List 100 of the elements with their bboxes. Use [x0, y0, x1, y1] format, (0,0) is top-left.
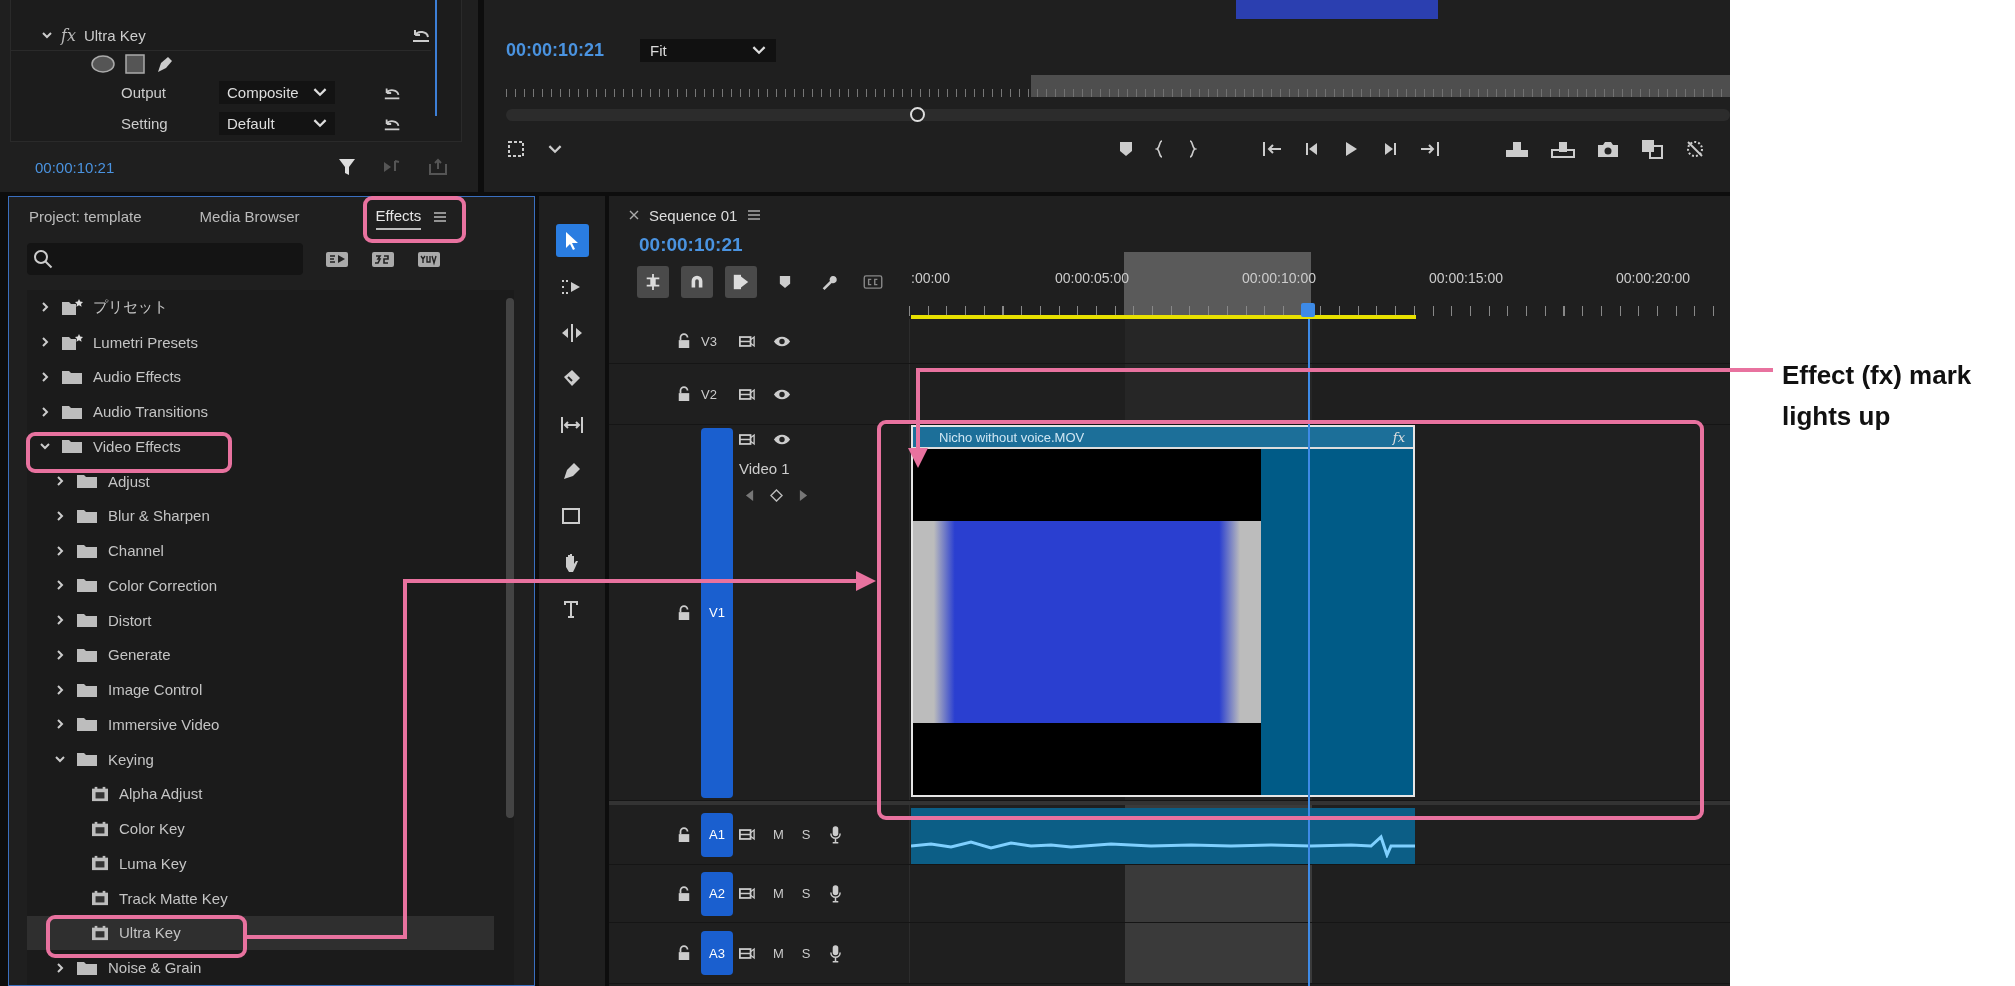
- previous-keyframe-icon[interactable]: [745, 489, 754, 502]
- tree-item[interactable]: Lumetri Presets: [27, 324, 494, 360]
- yuv-effects-icon[interactable]: [417, 249, 441, 270]
- ellipse-mask-icon[interactable]: [91, 55, 115, 73]
- mute-button[interactable]: M: [773, 827, 784, 842]
- lock-icon[interactable]: [677, 826, 691, 843]
- tree-item[interactable]: Luma Key: [27, 846, 494, 881]
- tree-item[interactable]: Color Key: [27, 811, 494, 846]
- chevron-icon[interactable]: [39, 301, 51, 314]
- mark-out-icon[interactable]: [1187, 140, 1197, 158]
- sync-lock-icon[interactable]: [739, 828, 755, 841]
- property-dropdown[interactable]: Composite: [219, 81, 335, 104]
- panel-tab[interactable]: Project: template: [29, 204, 142, 230]
- track-target[interactable]: A2: [701, 871, 733, 916]
- eye-icon[interactable]: [773, 334, 791, 348]
- chevron-icon[interactable]: [54, 683, 66, 696]
- chevron-icon[interactable]: [41, 29, 53, 41]
- scrollbar[interactable]: [506, 298, 514, 818]
- sync-lock-icon[interactable]: [739, 334, 755, 348]
- linked-toggle[interactable]: [725, 266, 757, 298]
- tree-item[interactable]: Color Correction: [27, 568, 494, 603]
- tree-item[interactable]: Blur & Sharpen: [27, 498, 494, 534]
- vr-icon[interactable]: [1685, 139, 1705, 159]
- sync-lock-icon[interactable]: [739, 433, 755, 446]
- play-icon[interactable]: [1343, 141, 1359, 157]
- solo-button[interactable]: S: [801, 886, 811, 901]
- tree-item[interactable]: Distort: [27, 602, 494, 638]
- keyframe-icon[interactable]: [770, 489, 783, 502]
- mute-button[interactable]: M: [773, 945, 784, 961]
- chevron-icon[interactable]: [54, 961, 66, 974]
- lock-icon[interactable]: [677, 386, 691, 402]
- tree-item[interactable]: Video Effects: [27, 429, 494, 464]
- mute-button[interactable]: M: [773, 886, 784, 901]
- solo-button[interactable]: S: [801, 945, 811, 961]
- go-to-in-icon[interactable]: [1261, 141, 1283, 157]
- accelerated-effects-icon[interactable]: [325, 249, 349, 270]
- time-ruler[interactable]: :00:00 00:00:05:00 00:00:10:00 00:00:15:00 00:00:20:00: [909, 234, 1730, 319]
- go-to-out-icon[interactable]: [1419, 141, 1441, 157]
- track-target[interactable]: A3: [701, 931, 733, 975]
- zoom-dropdown[interactable]: Fit: [640, 38, 777, 62]
- pen-icon[interactable]: [155, 54, 175, 74]
- tree-item[interactable]: Alpha Adjust: [27, 776, 494, 812]
- panel-tab[interactable]: Effects: [375, 203, 422, 231]
- chevron-icon[interactable]: [39, 405, 51, 418]
- audio-clip[interactable]: [911, 808, 1415, 864]
- eye-icon[interactable]: [773, 433, 791, 446]
- tree-item[interactable]: Channel: [27, 533, 494, 568]
- tree-item[interactable]: Audio Effects: [27, 359, 494, 395]
- snap-toggle[interactable]: [681, 266, 713, 298]
- microphone-icon[interactable]: [828, 825, 842, 844]
- next-keyframe-icon[interactable]: [799, 489, 808, 502]
- caret-icon[interactable]: [548, 144, 562, 154]
- playhead-handle[interactable]: [1301, 303, 1315, 317]
- tree-item[interactable]: Image Control: [27, 672, 494, 707]
- chevron-icon[interactable]: [54, 648, 66, 661]
- mark-in-icon[interactable]: [1155, 140, 1165, 158]
- menu-icon[interactable]: [747, 209, 762, 221]
- nest-toggle[interactable]: [637, 266, 669, 298]
- tree-item[interactable]: Keying: [27, 741, 494, 777]
- lock-icon[interactable]: [677, 945, 691, 961]
- safe-margins-icon[interactable]: [506, 139, 526, 159]
- sync-lock-icon[interactable]: [739, 387, 755, 401]
- close-icon[interactable]: [629, 210, 639, 220]
- track-name[interactable]: V2: [701, 386, 739, 402]
- chevron-icon[interactable]: [54, 544, 66, 557]
- video-clip[interactable]: Nicho without voice.MOV fx: [911, 425, 1415, 797]
- chevron-icon[interactable]: [39, 336, 51, 349]
- rectangle-mask-icon[interactable]: [125, 54, 145, 74]
- time-ruler[interactable]: [506, 75, 1730, 97]
- tree-item[interactable]: Generate: [27, 637, 494, 673]
- overwrite-icon[interactable]: [1551, 140, 1575, 158]
- playhead-handle[interactable]: [910, 107, 925, 122]
- sync-lock-icon[interactable]: [739, 946, 755, 960]
- track-target[interactable]: V1: [701, 427, 733, 798]
- chevron-icon[interactable]: [39, 370, 51, 383]
- selection-tool-button[interactable]: [555, 224, 589, 257]
- sequence-tab[interactable]: Sequence 01: [649, 206, 738, 224]
- tree-item[interactable]: Track Matte Key: [27, 880, 494, 916]
- microphone-icon[interactable]: [828, 943, 842, 963]
- zoom-scrollbar[interactable]: [506, 109, 1730, 121]
- tree-item[interactable]: Audio Transitions: [27, 394, 494, 429]
- track-target[interactable]: A1: [701, 812, 733, 857]
- camera-icon[interactable]: [1597, 140, 1619, 158]
- lock-icon[interactable]: [677, 885, 691, 902]
- insert-icon[interactable]: [1505, 140, 1529, 158]
- chevron-icon[interactable]: [54, 509, 66, 522]
- chevron-icon[interactable]: [54, 579, 66, 592]
- 32-bit-effects-icon[interactable]: [371, 249, 395, 270]
- eye-icon[interactable]: [773, 387, 791, 401]
- solo-button[interactable]: S: [801, 827, 811, 842]
- tree-item[interactable]: Adjust: [27, 463, 494, 499]
- tree-item[interactable]: Immersive Video: [27, 707, 494, 742]
- tree-item[interactable]: プリセット: [27, 290, 494, 325]
- property-dropdown[interactable]: Default: [219, 112, 335, 135]
- compare-icon[interactable]: [1641, 139, 1663, 159]
- chevron-icon[interactable]: [54, 614, 66, 627]
- lock-icon[interactable]: [677, 604, 691, 621]
- reset-icon[interactable]: [411, 27, 431, 43]
- microphone-icon[interactable]: [828, 884, 842, 903]
- search-field[interactable]: [27, 243, 303, 276]
